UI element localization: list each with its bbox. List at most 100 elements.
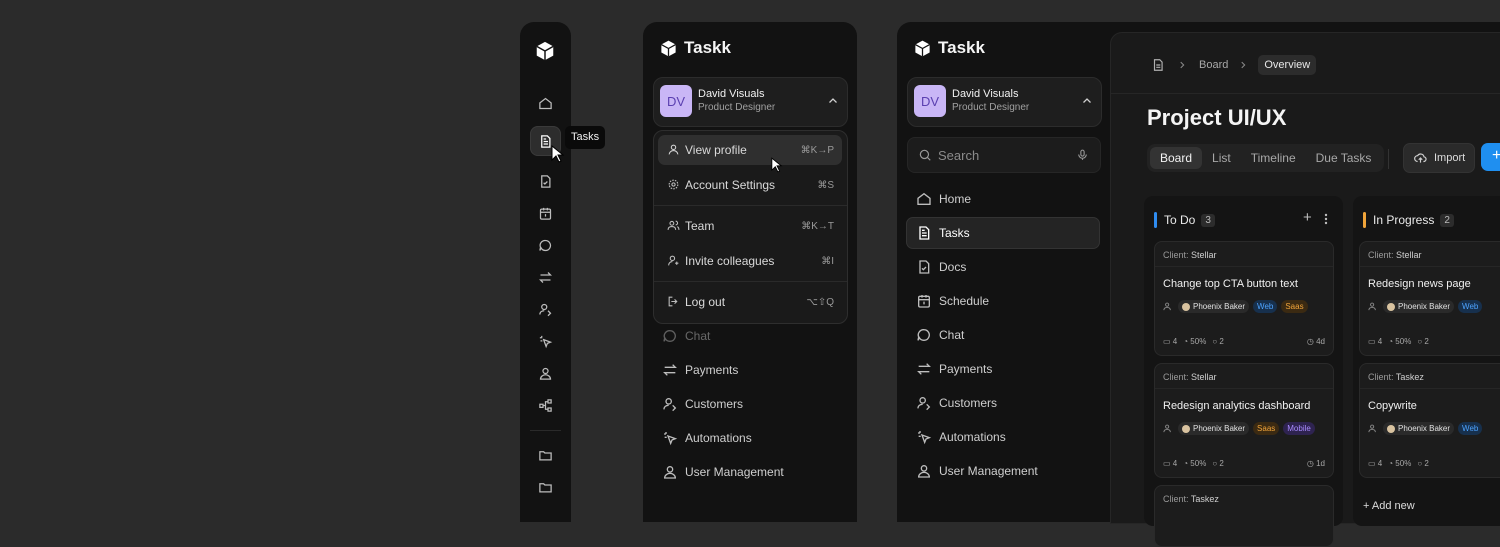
task-card[interactable]: Client: Stellar Redesign news page Phoen… [1359,241,1500,356]
assignee-chip[interactable]: Phoenix Baker [1383,300,1455,313]
import-button[interactable]: Import [1403,143,1475,173]
rail-schedule-icon[interactable] [530,198,561,228]
assignee-avatar [1387,302,1395,311]
assignees-icon [1368,302,1376,311]
sidebar-item-home[interactable]: Home [916,191,971,207]
search-icon [919,149,931,161]
card-title: Redesign news page [1368,278,1471,290]
files-count: ▭ 4 [1368,337,1383,346]
tab-list[interactable]: List [1202,147,1241,169]
menu-item-view-profile[interactable]: View profile ⌘K→P [658,135,842,165]
assignee-chip[interactable]: Phoenix Baker [1178,422,1250,435]
avatar: DV [660,85,692,117]
rail-payments-icon[interactable] [530,262,561,292]
customers-icon [663,398,677,412]
account-switcher[interactable]: DV David Visuals Product Designer [653,77,848,127]
sidebar-item-user-management[interactable]: User Management [916,463,1038,479]
rail-home-icon[interactable] [530,88,561,118]
sidebar-item-payments[interactable]: Payments [662,362,738,378]
more-vertical-icon[interactable] [1324,213,1328,225]
tab-due-tasks[interactable]: Due Tasks [1306,147,1382,169]
card-meta: ▭ 4 ◔ 50% ○ 2 [1368,337,1429,346]
tasks-icon [919,226,930,240]
main-content: Board Overview Project UI/UX Board List … [1110,32,1500,547]
tab-board[interactable]: Board [1150,147,1203,169]
chevron-right-icon [1180,61,1185,69]
comments-count: ○ 2 [1417,459,1429,468]
rail-hierarchy-icon[interactable] [530,390,561,420]
menu-item-account-settings[interactable]: Account Settings ⌘S [658,170,842,200]
assignees-icon [1163,302,1171,311]
brand[interactable]: Taskk [913,38,985,58]
search-input[interactable]: Search [907,137,1101,173]
client-name: Taskez [1190,494,1219,504]
chevron-right-icon [1241,61,1246,69]
menu-item-invite-colleagues[interactable]: Invite colleagues ⌘I [658,246,842,276]
rail-automations-icon[interactable] [530,326,561,356]
breadcrumb-overview[interactable]: Overview [1258,55,1317,75]
task-card[interactable]: Client: Taskez Copywrite Phoenix Baker W… [1359,363,1500,478]
sidebar-item-user-management[interactable]: User Management [662,464,784,480]
toolbar-divider [1388,149,1389,169]
add-new-task-button[interactable]: + Add new [1363,500,1415,512]
tag-chip[interactable]: Web [1458,300,1483,313]
rail-divider [530,430,561,431]
menu-item-shortcut: ⌘S [817,179,834,191]
task-card[interactable]: Client: Stellar Redesign analytics dashb… [1154,363,1334,478]
task-card[interactable]: Client: Taskez [1154,485,1334,547]
account-role: Product Designer [952,102,1030,113]
add-button[interactable]: + [1481,143,1500,171]
card-tags: Phoenix Baker Web [1368,422,1483,435]
sidebar-item-label: Customers [685,397,744,411]
sidebar-item-customers[interactable]: Customers [916,395,997,411]
tag-chip[interactable]: Saas [1253,422,1280,435]
due-in: ◷ 1d [1306,459,1325,468]
menu-item-log-out[interactable]: Log out ⌥⇧Q [658,287,842,317]
sidebar-item-schedule[interactable]: Schedule [916,293,989,309]
brand[interactable]: Taskk [659,38,731,58]
menu-item-label: Log out [685,295,726,309]
menu-item-shortcut: ⌘K→P [800,144,834,156]
cube-logo-icon [536,41,554,61]
tag-chip[interactable]: Mobile [1283,422,1315,435]
assignee-chip[interactable]: Phoenix Baker [1383,422,1455,435]
rail-chat-icon[interactable] [530,230,561,260]
tag-chip[interactable]: Web [1253,300,1278,313]
breadcrumb-board[interactable]: Board [1199,59,1228,71]
due-in: ◷ 4d [1306,337,1325,346]
progress-value: ◔ 50% [1388,459,1412,468]
sidebar-item-label: User Management [939,464,1038,478]
tag-chip[interactable]: Web [1458,422,1483,435]
rail-users-icon[interactable] [530,358,561,388]
page-title: Project UI/UX [1147,105,1287,130]
sidebar-item-docs[interactable]: Docs [916,259,966,275]
menu-divider [654,205,847,206]
task-card[interactable]: Client: Stellar Change top CTA button te… [1154,241,1334,356]
sidebar-item-automations[interactable]: Automations [662,430,752,446]
sidebar-item-label: Payments [685,363,739,377]
add-label: + [1492,147,1500,164]
assignee-chip[interactable]: Phoenix Baker [1178,300,1250,313]
sidebar-item-customers[interactable]: Customers [662,396,743,412]
sidebar-item-automations[interactable]: Automations [916,429,1006,445]
column-color-bar [1154,212,1157,228]
tab-timeline[interactable]: Timeline [1241,147,1306,169]
document-icon[interactable] [1151,58,1165,72]
rail-folder-icon[interactable] [530,440,561,470]
microphone-icon[interactable] [1076,148,1089,162]
account-switcher[interactable]: DV David Visuals Product Designer [907,77,1102,127]
menu-item-shortcut: ⌘I [821,255,834,267]
sidebar-item-chat[interactable]: Chat [916,327,964,343]
assignee-avatar [1182,302,1190,311]
sidebar-item-payments[interactable]: Payments [916,361,992,377]
rail-docs-icon[interactable] [530,166,561,196]
add-task-icon[interactable]: + [1303,209,1312,226]
rail-customers-icon[interactable] [530,294,561,324]
add-new-label: Add new [1371,500,1415,512]
rail-folder-2-icon[interactable] [530,472,561,502]
menu-item-team[interactable]: Team ⌘K→T [658,211,842,241]
sidebar-item-tasks[interactable]: Tasks [916,225,970,241]
card-divider [1155,266,1333,267]
tag-chip[interactable]: Saas [1281,300,1308,313]
sidebar-item-chat[interactable]: Chat [662,328,710,344]
